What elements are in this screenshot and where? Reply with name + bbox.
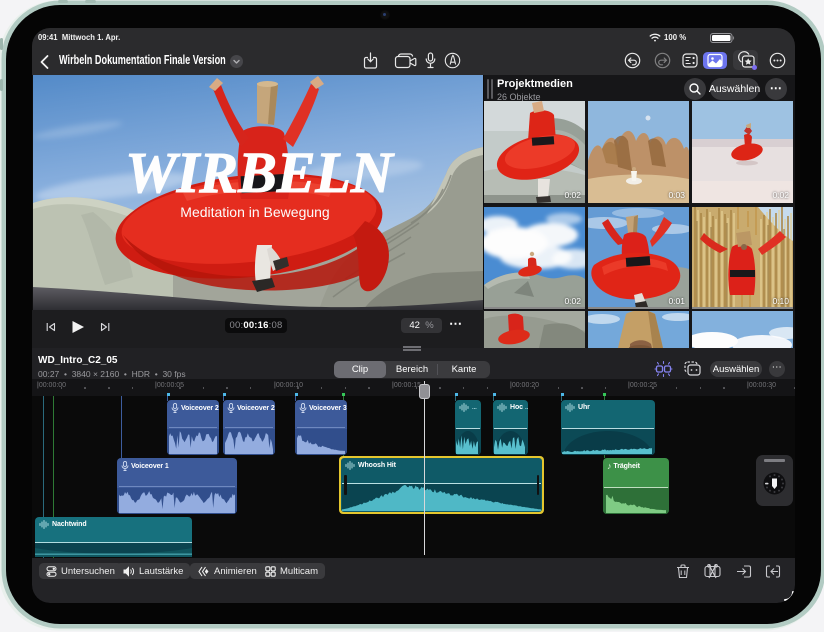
svg-text:Meditation in Bewegung: Meditation in Bewegung (180, 204, 329, 220)
svg-text:WIRBELN: WIRBELN (125, 140, 395, 205)
